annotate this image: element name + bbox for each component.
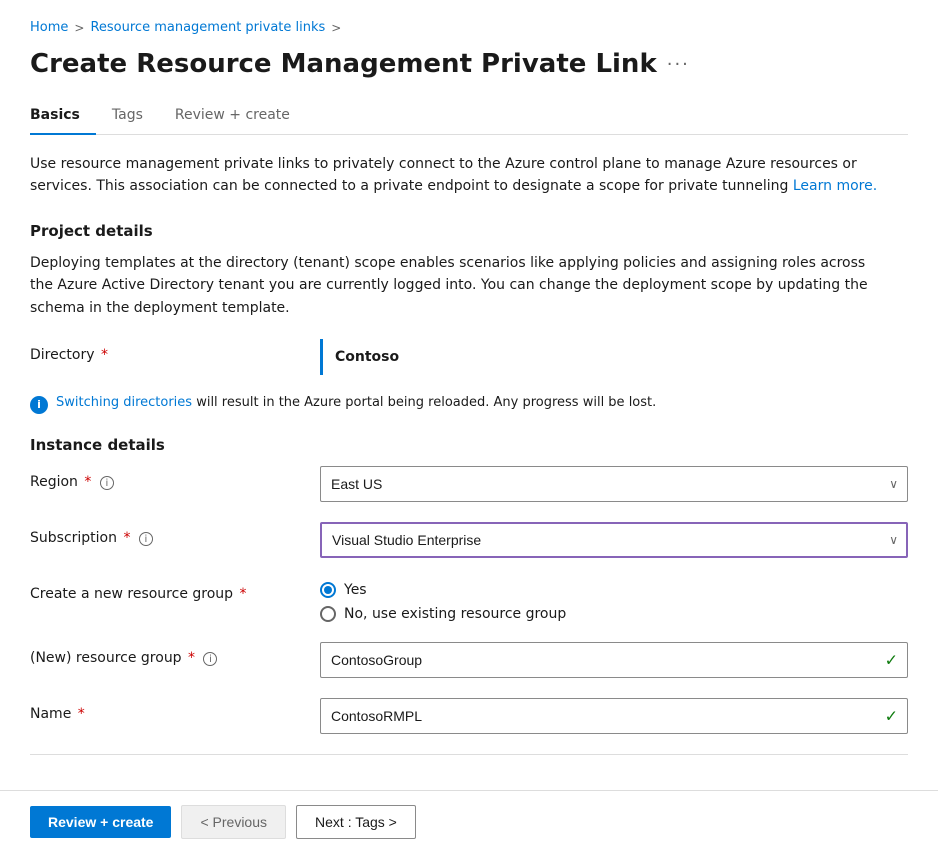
more-options-icon[interactable]: ···	[667, 54, 690, 75]
directory-required: *	[101, 347, 108, 363]
name-label: Name *	[30, 698, 320, 722]
tab-basics[interactable]: Basics	[30, 99, 96, 135]
banner-text: Switching directories will result in the…	[56, 395, 656, 410]
info-icon: i	[30, 396, 48, 414]
resource-group-checkmark-icon: ✓	[885, 650, 898, 669]
breadcrumb-resource-link[interactable]: Resource management private links	[90, 20, 325, 35]
subscription-info-icon[interactable]: i	[139, 532, 153, 546]
region-select-wrapper: East US West US East US 2 West US 2 Cent…	[320, 466, 908, 502]
radio-no-label: No, use existing resource group	[344, 606, 566, 622]
radio-yes-label: Yes	[344, 582, 367, 598]
instance-details-title: Instance details	[30, 436, 908, 454]
learn-more-link[interactable]: Learn more.	[793, 178, 877, 194]
region-label: Region * i	[30, 466, 320, 491]
directory-label: Directory *	[30, 339, 320, 363]
name-row: Name * ✓	[30, 698, 908, 734]
page-header: Create Resource Management Private Link …	[30, 49, 908, 79]
resource-group-info-icon[interactable]: i	[203, 652, 217, 666]
radio-no-input[interactable]	[320, 606, 336, 622]
tab-review-create[interactable]: Review + create	[159, 99, 306, 135]
page-title: Create Resource Management Private Link	[30, 49, 657, 79]
name-input-wrapper: ✓	[320, 698, 908, 734]
instance-details-section: Instance details Region * i East US West…	[30, 436, 908, 734]
new-resource-group-row: (New) resource group * i ✓	[30, 642, 908, 678]
create-resource-group-label: Create a new resource group *	[30, 578, 320, 602]
switching-directories-banner: i Switching directories will result in t…	[30, 395, 908, 414]
name-input[interactable]	[320, 698, 908, 734]
region-row: Region * i East US West US East US 2 Wes…	[30, 466, 908, 502]
review-create-button[interactable]: Review + create	[30, 806, 171, 838]
directory-text: Contoso	[335, 349, 399, 365]
new-resource-group-input[interactable]	[320, 642, 908, 678]
project-description: Deploying templates at the directory (te…	[30, 252, 890, 319]
project-details-title: Project details	[30, 222, 908, 240]
main-description: Use resource management private links to…	[30, 153, 890, 198]
breadcrumb-sep1: >	[74, 21, 84, 35]
subscription-row: Subscription * i Visual Studio Enterpris…	[30, 522, 908, 558]
section-divider	[30, 754, 908, 755]
next-button[interactable]: Next : Tags >	[296, 805, 416, 839]
subscription-label: Subscription * i	[30, 522, 320, 547]
footer: Review + create < Previous Next : Tags >	[0, 790, 938, 853]
radio-no[interactable]: No, use existing resource group	[320, 606, 908, 622]
name-checkmark-icon: ✓	[885, 706, 898, 725]
subscription-select-wrapper: Visual Studio Enterprise Pay-As-You-Go ∨	[320, 522, 908, 558]
breadcrumb: Home > Resource management private links…	[30, 20, 908, 35]
create-resource-group-row: Create a new resource group * Yes No, us…	[30, 578, 908, 622]
radio-yes[interactable]: Yes	[320, 582, 908, 598]
directory-row: Directory * Contoso	[30, 339, 908, 375]
previous-button[interactable]: < Previous	[181, 805, 286, 839]
new-resource-group-input-wrapper: ✓	[320, 642, 908, 678]
resource-group-radio-group: Yes No, use existing resource group	[320, 578, 908, 622]
tabs-container: Basics Tags Review + create	[30, 99, 908, 135]
new-resource-group-label: (New) resource group * i	[30, 642, 320, 667]
tab-tags[interactable]: Tags	[96, 99, 159, 135]
directory-value-container: Contoso	[320, 339, 908, 375]
radio-yes-input[interactable]	[320, 582, 336, 598]
switching-directories-link[interactable]: Switching directories	[56, 395, 192, 410]
region-select[interactable]: East US West US East US 2 West US 2 Cent…	[320, 466, 908, 502]
region-info-icon[interactable]: i	[100, 476, 114, 490]
breadcrumb-home[interactable]: Home	[30, 20, 68, 35]
subscription-select[interactable]: Visual Studio Enterprise Pay-As-You-Go	[320, 522, 908, 558]
breadcrumb-sep2: >	[331, 21, 341, 35]
directory-bar	[320, 339, 323, 375]
